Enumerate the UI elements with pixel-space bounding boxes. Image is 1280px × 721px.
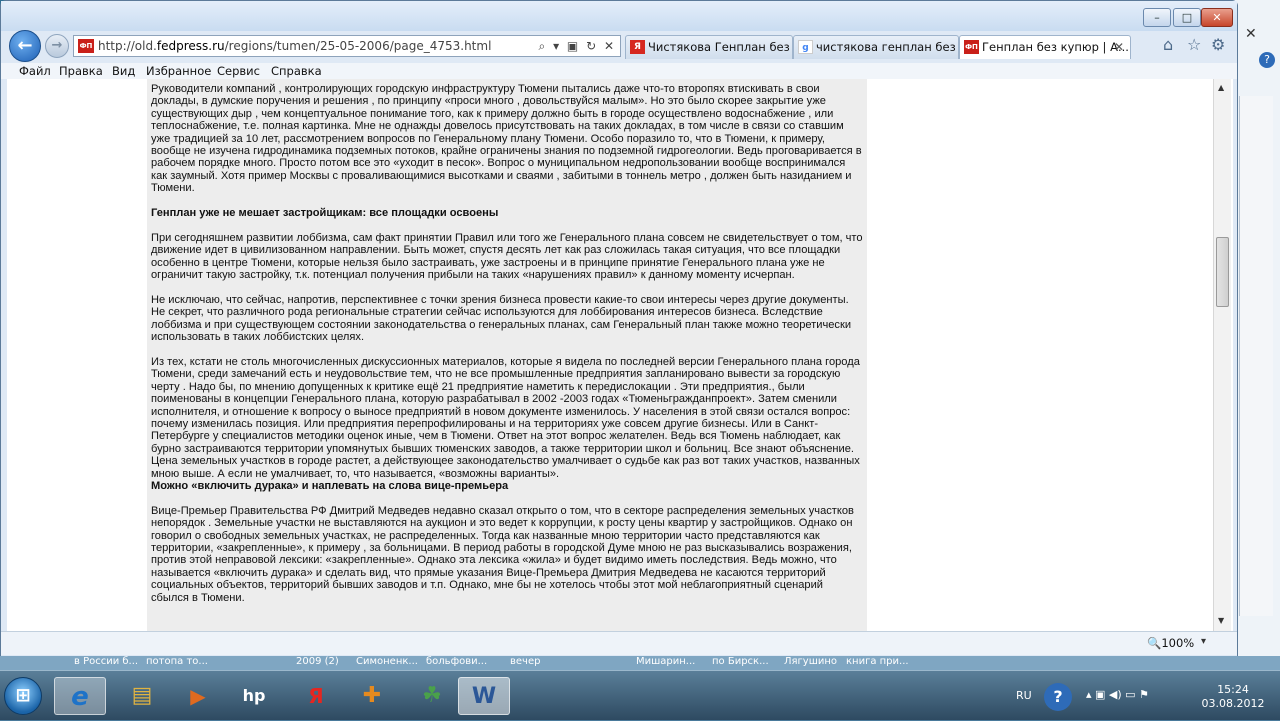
strip-item: по Бирск... bbox=[712, 656, 769, 667]
tab-label: чистякова генплан без ку... bbox=[816, 40, 958, 54]
tab-label: Генплан без купюр | А... bbox=[982, 40, 1129, 54]
strip-item: вечер bbox=[510, 656, 541, 667]
tab-google-search[interactable]: g чистякова генплан без ку... bbox=[793, 35, 959, 59]
navigation-row: ← → ФП http://old.fedpress.ru/regions/tu… bbox=[1, 27, 1237, 63]
menu-edit[interactable]: Правка bbox=[59, 63, 103, 79]
menu-help[interactable]: Справка bbox=[271, 63, 322, 79]
clock[interactable]: 15:24 03.08.2012 bbox=[1190, 683, 1276, 711]
tray-icons[interactable]: ▴ ▣ ◀) ▭ ⚑ bbox=[1086, 688, 1149, 701]
google-icon: g bbox=[798, 40, 813, 54]
explorer-taskbar-button[interactable]: ▤ bbox=[116, 677, 168, 715]
strip-item: книга при... bbox=[846, 656, 909, 667]
language-indicator[interactable]: RU bbox=[1016, 689, 1032, 702]
forward-button[interactable]: → bbox=[45, 34, 69, 58]
app-taskbar-button[interactable]: ☘ bbox=[406, 677, 458, 715]
vertical-scrollbar[interactable]: ▲ ▼ bbox=[1213, 79, 1231, 631]
status-bar: 🔍100% ▾ bbox=[1, 631, 1237, 655]
start-button[interactable]: ⊞ bbox=[4, 677, 42, 715]
minimize-button[interactable]: – bbox=[1143, 8, 1171, 27]
tab-label: Чистякова Генплан без к... bbox=[648, 40, 792, 54]
site-icon: ФП bbox=[78, 39, 94, 53]
paragraph: Вице-Премьер Правительства РФ Дмитрий Ме… bbox=[151, 504, 854, 604]
scrollbar-thumb[interactable] bbox=[1216, 237, 1229, 307]
scroll-up-icon[interactable]: ▲ bbox=[1218, 83, 1224, 92]
gear-icon[interactable]: ⚙ bbox=[1211, 35, 1225, 54]
strip-item: в России б... bbox=[74, 656, 139, 667]
site-icon: ФП bbox=[964, 40, 979, 54]
zoom-level[interactable]: 🔍100% bbox=[1147, 636, 1194, 650]
side-panel bbox=[1239, 96, 1273, 616]
scroll-down-icon[interactable]: ▼ bbox=[1218, 616, 1224, 625]
word-taskbar-button[interactable]: W bbox=[458, 677, 510, 715]
page-content: Руководители компаний , контролирующих г… bbox=[7, 79, 1233, 631]
home-icon[interactable]: ⌂ bbox=[1163, 35, 1173, 54]
maximize-button[interactable]: □ bbox=[1173, 8, 1201, 27]
url-text: http://old.fedpress.ru/regions/tumen/25-… bbox=[98, 39, 492, 53]
desktop: ✕ ? – □ ✕ ← → ФП http://old.fedpress.ru/… bbox=[0, 0, 1280, 720]
paragraph: Не исключаю, что сейчас, напротив, персп… bbox=[151, 293, 852, 344]
help-icon[interactable]: ? bbox=[1259, 52, 1275, 68]
address-bar[interactable]: ФП http://old.fedpress.ru/regions/tumen/… bbox=[73, 35, 621, 57]
paragraph: Из тех, кстати не столь многочисленных д… bbox=[151, 355, 860, 480]
tab-genplan-active[interactable]: ФП Генплан без купюр | А... ✕ bbox=[959, 35, 1131, 59]
strip-item: больфови... bbox=[426, 656, 488, 667]
paragraph: При сегодняшнем развитии лоббизма, сам ф… bbox=[151, 231, 863, 282]
article-body: Руководители компаний , контролирующих г… bbox=[147, 79, 867, 631]
app-taskbar-button[interactable]: ✚ bbox=[346, 677, 398, 715]
yandex-taskbar-button[interactable]: Я bbox=[290, 677, 342, 715]
hp-taskbar-button[interactable]: hp bbox=[228, 677, 280, 715]
browser-window: – □ ✕ ← → ФП http://old.fedpress.ru/regi… bbox=[0, 0, 1238, 660]
background-window-strip: в России б... потопа то... 2009 (2) Симо… bbox=[0, 656, 1280, 670]
close-window-button[interactable]: ✕ bbox=[1201, 8, 1233, 27]
menu-view[interactable]: Вид bbox=[112, 63, 135, 79]
chevron-down-icon[interactable]: ▾ bbox=[1201, 636, 1206, 647]
media-player-taskbar-button[interactable]: ▶ bbox=[172, 677, 224, 715]
clock-date: 03.08.2012 bbox=[1201, 697, 1265, 710]
close-tab-icon[interactable]: ✕ bbox=[1114, 36, 1124, 58]
address-tools[interactable]: ⌕ ▾ ▣ ↻ ✕ bbox=[539, 36, 616, 56]
strip-item: Лягушино bbox=[784, 656, 838, 667]
paragraph: Руководители компаний , контролирующих г… bbox=[151, 83, 862, 195]
menu-favorites[interactable]: Избранное bbox=[146, 63, 211, 79]
strip-item: потопа то... bbox=[146, 656, 208, 667]
section-heading: Генплан уже не мешает застройщикам: все … bbox=[151, 207, 499, 220]
section-heading: Можно «включить дурака» и наплевать на с… bbox=[151, 479, 509, 492]
close-icon[interactable]: ✕ bbox=[1245, 26, 1257, 42]
clock-time: 15:24 bbox=[1217, 683, 1249, 696]
tab-yandex-search[interactable]: Я Чистякова Генплан без к... bbox=[625, 35, 793, 59]
help-icon[interactable]: ? bbox=[1044, 683, 1072, 711]
menu-bar: Файл Правка Вид Избранное Сервис Справка bbox=[1, 63, 1237, 79]
strip-item: Симоненк... bbox=[356, 656, 418, 667]
ie-taskbar-button[interactable]: e bbox=[54, 677, 106, 715]
taskbar: ⊞ e ▤ ▶ hp Я ✚ ☘ W RU ? ▴ ▣ ◀) ▭ ⚑ 15:24… bbox=[0, 670, 1280, 720]
menu-file[interactable]: Файл bbox=[19, 63, 51, 79]
back-button[interactable]: ← bbox=[9, 30, 41, 62]
favorites-star-icon[interactable]: ☆ bbox=[1187, 35, 1201, 54]
strip-item: Мишарин... bbox=[636, 656, 696, 667]
strip-item: 2009 (2) bbox=[296, 656, 339, 667]
yandex-icon: Я bbox=[630, 40, 645, 54]
menu-tools[interactable]: Сервис bbox=[217, 63, 260, 79]
